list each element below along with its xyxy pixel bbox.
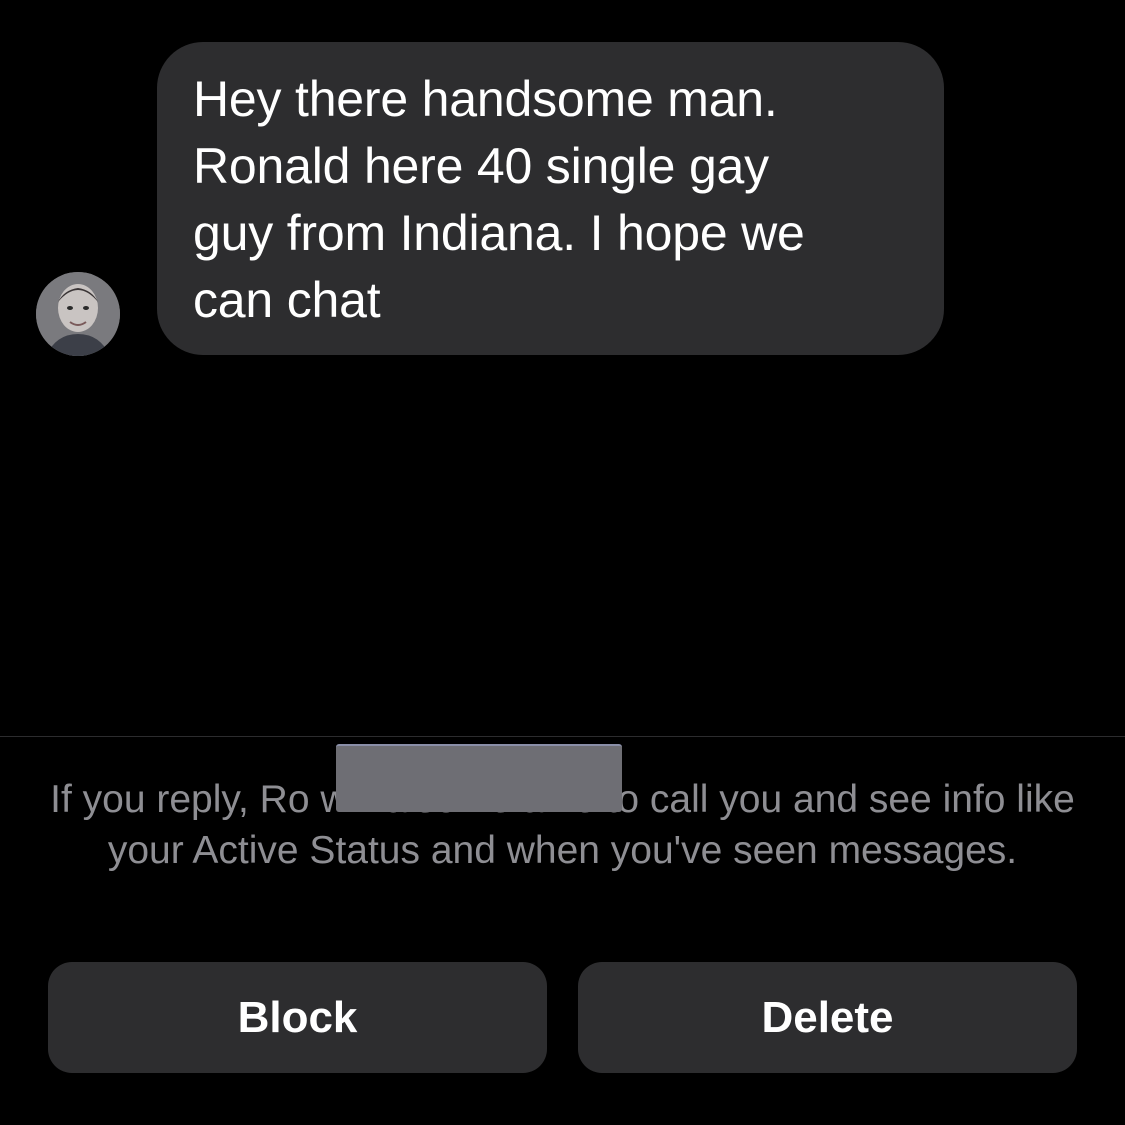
message-request-screen: Hey there handsome man. Ronald here 40 s…	[0, 0, 1125, 1125]
block-button[interactable]: Block	[48, 962, 547, 1073]
divider	[0, 736, 1125, 737]
received-message-bubble[interactable]: Hey there handsome man. Ronald here 40 s…	[157, 42, 944, 355]
redaction-box	[336, 744, 622, 812]
sender-avatar[interactable]	[36, 272, 120, 356]
profile-photo-icon	[36, 272, 120, 356]
delete-button[interactable]: Delete	[578, 962, 1077, 1073]
